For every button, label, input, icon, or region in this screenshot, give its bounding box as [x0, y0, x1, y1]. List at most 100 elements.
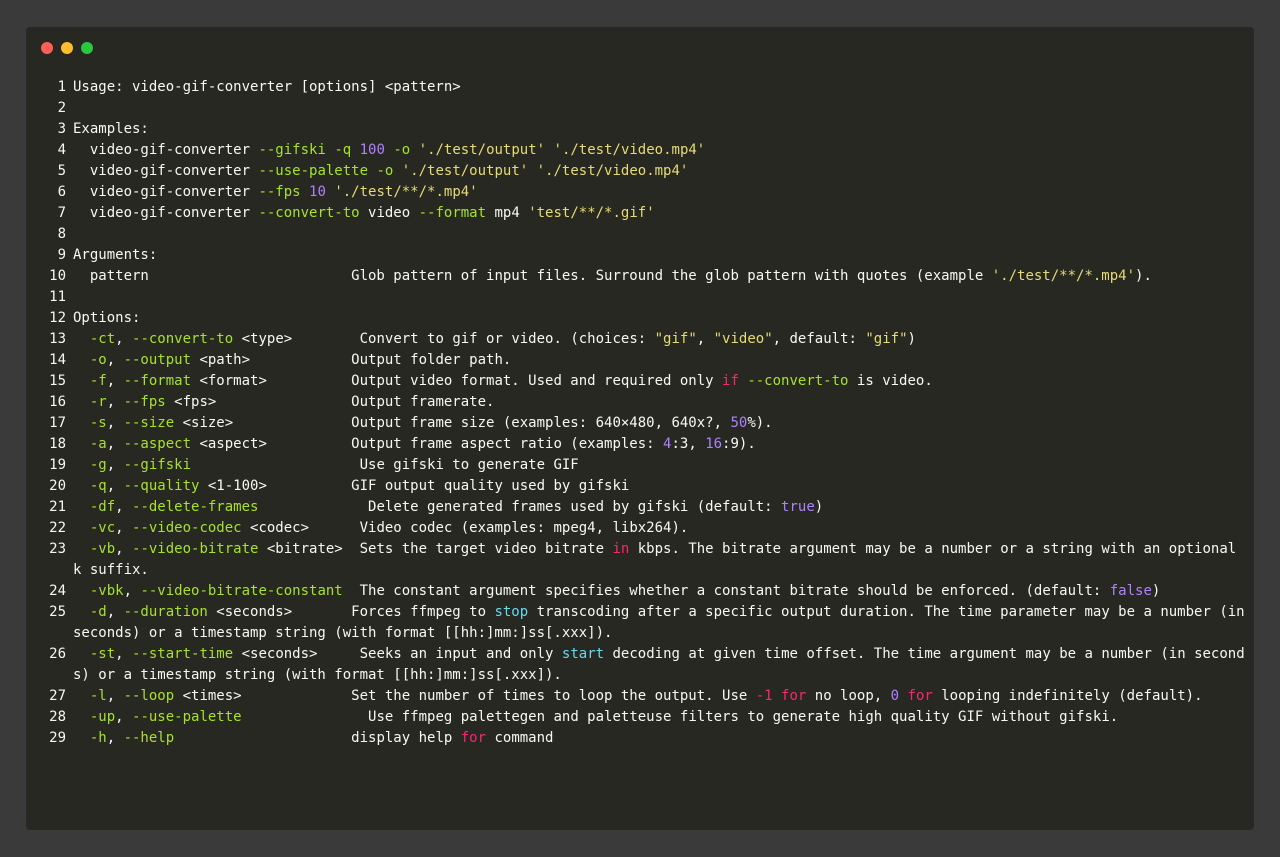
line-text: video-gif-converter --fps 10 './test/**/…: [66, 182, 1254, 203]
token-str: "gif": [865, 331, 908, 347]
token-flag: --convert-to: [132, 331, 234, 347]
line-text: -s, --size <size> Output frame size (exa…: [66, 413, 1254, 434]
token-flag: -l: [89, 688, 107, 704]
token-text: ,: [106, 478, 124, 494]
token-text: display help: [174, 730, 461, 746]
token-text: video-gif-converter: [73, 205, 259, 221]
line-text: ​: [66, 287, 1254, 308]
maximize-button[interactable]: [81, 42, 93, 54]
line-number: 12: [49, 310, 66, 326]
line-number: 20: [49, 478, 66, 494]
token-text: <seconds> Forces ffmpeg to: [207, 604, 495, 620]
code-line: 14 -o, --output <path> Output folder pat…: [26, 350, 1254, 371]
line-number: 18: [49, 436, 66, 452]
token-flag: --duration: [123, 604, 208, 620]
token-str: "gif": [654, 331, 697, 347]
token-flag: --loop: [123, 688, 175, 704]
token-text: ,: [106, 604, 124, 620]
code-line: 4 video-gif-converter --gifski -q 100 -o…: [26, 140, 1254, 161]
token-flag: --size: [123, 415, 175, 431]
token-flag: -o: [393, 142, 411, 158]
token-text: ,: [115, 541, 133, 557]
line-text: -r, --fps <fps> Output framerate.: [66, 392, 1254, 413]
token-text: ).: [1135, 268, 1152, 284]
line-text: Options:: [66, 308, 1254, 329]
line-number: 7: [57, 205, 66, 221]
token-flag: --gifski: [123, 457, 192, 473]
token-text: <codec> Video codec (examples: mpeg4, li…: [241, 520, 689, 536]
line-text: -g, --gifski Use gifski to generate GIF: [66, 455, 1254, 476]
token-text: video: [359, 205, 419, 221]
token-text: <aspect> Output frame aspect ratio (exam…: [191, 436, 664, 452]
token-flag: -r: [89, 394, 107, 410]
code-line: 28 -up, --use-palette Use ffmpeg palette…: [26, 707, 1254, 728]
token-text: <1-100> GIF output quality used by gifsk…: [199, 478, 630, 494]
token-flag: --convert-to: [747, 373, 849, 389]
token-str: './test/output': [401, 163, 529, 179]
token-text: <fps> Output framerate.: [165, 394, 495, 410]
token-flag: -s: [89, 415, 107, 431]
token-fn: start: [561, 646, 605, 662]
line-number: 26: [49, 646, 66, 662]
token-flag: -q: [334, 142, 352, 158]
token-flag: --video-codec: [132, 520, 242, 536]
token-num: false: [1109, 583, 1152, 599]
line-number: 5: [57, 163, 66, 179]
token-str: './test/**/*.mp4': [334, 184, 478, 200]
token-flag: --fps: [123, 394, 166, 410]
minimize-button[interactable]: [61, 42, 73, 54]
token-num: 50: [730, 415, 748, 431]
token-num: 10: [309, 184, 326, 200]
token-text: <seconds> Seeks an input and only: [233, 646, 562, 662]
code-line: 8​: [26, 224, 1254, 245]
line-number: 19: [49, 457, 66, 473]
token-str: "video": [713, 331, 773, 347]
line-number: 11: [49, 289, 66, 305]
line-number: 6: [57, 184, 66, 200]
code-line: 6 video-gif-converter --fps 10 './test/*…: [26, 182, 1254, 203]
code-line: 2​: [26, 98, 1254, 119]
token-text: ,: [106, 394, 124, 410]
token-text: ,: [106, 415, 124, 431]
line-number: 1: [57, 79, 66, 95]
token-text: ,: [106, 688, 124, 704]
token-flag: --aspect: [123, 436, 192, 452]
line-number: 23: [49, 541, 66, 557]
code-line: 17 -s, --size <size> Output frame size (…: [26, 413, 1254, 434]
token-kw: -1: [755, 688, 773, 704]
token-text: <path> Output folder path.: [191, 352, 512, 368]
line-number: 28: [49, 709, 66, 725]
line-text: -df, --delete-frames Delete generated fr…: [66, 497, 1254, 518]
code-line: 1 Usage: video-gif-converter [options] <p…: [26, 77, 1254, 98]
window-controls: [41, 42, 101, 54]
token-str: './test/output': [418, 142, 546, 158]
line-number: 3: [57, 121, 66, 137]
token-text: ,: [106, 436, 124, 452]
token-text: ,: [115, 646, 133, 662]
token-text: Examples:: [73, 121, 149, 137]
line-text: -up, --use-palette Use ffmpeg palettegen…: [66, 707, 1254, 728]
line-text: video-gif-converter --gifski -q 100 -o '…: [66, 140, 1254, 161]
token-num: true: [781, 499, 815, 515]
line-text: -vc, --video-codec <codec> Video codec (…: [66, 518, 1254, 539]
token-flag: --help: [123, 730, 175, 746]
code-line: 18 -a, --aspect <aspect> Output frame as…: [26, 434, 1254, 455]
token-flag: --format: [418, 205, 487, 221]
token-text: pattern Glob pattern of input files. Sur…: [73, 268, 992, 284]
code-line: 26 -st, --start-time <seconds> Seeks an …: [26, 644, 1254, 686]
token-text: ): [1151, 583, 1161, 599]
token-text: ,: [115, 520, 133, 536]
close-button[interactable]: [41, 42, 53, 54]
code-line: 16 -r, --fps <fps> Output framerate.: [26, 392, 1254, 413]
